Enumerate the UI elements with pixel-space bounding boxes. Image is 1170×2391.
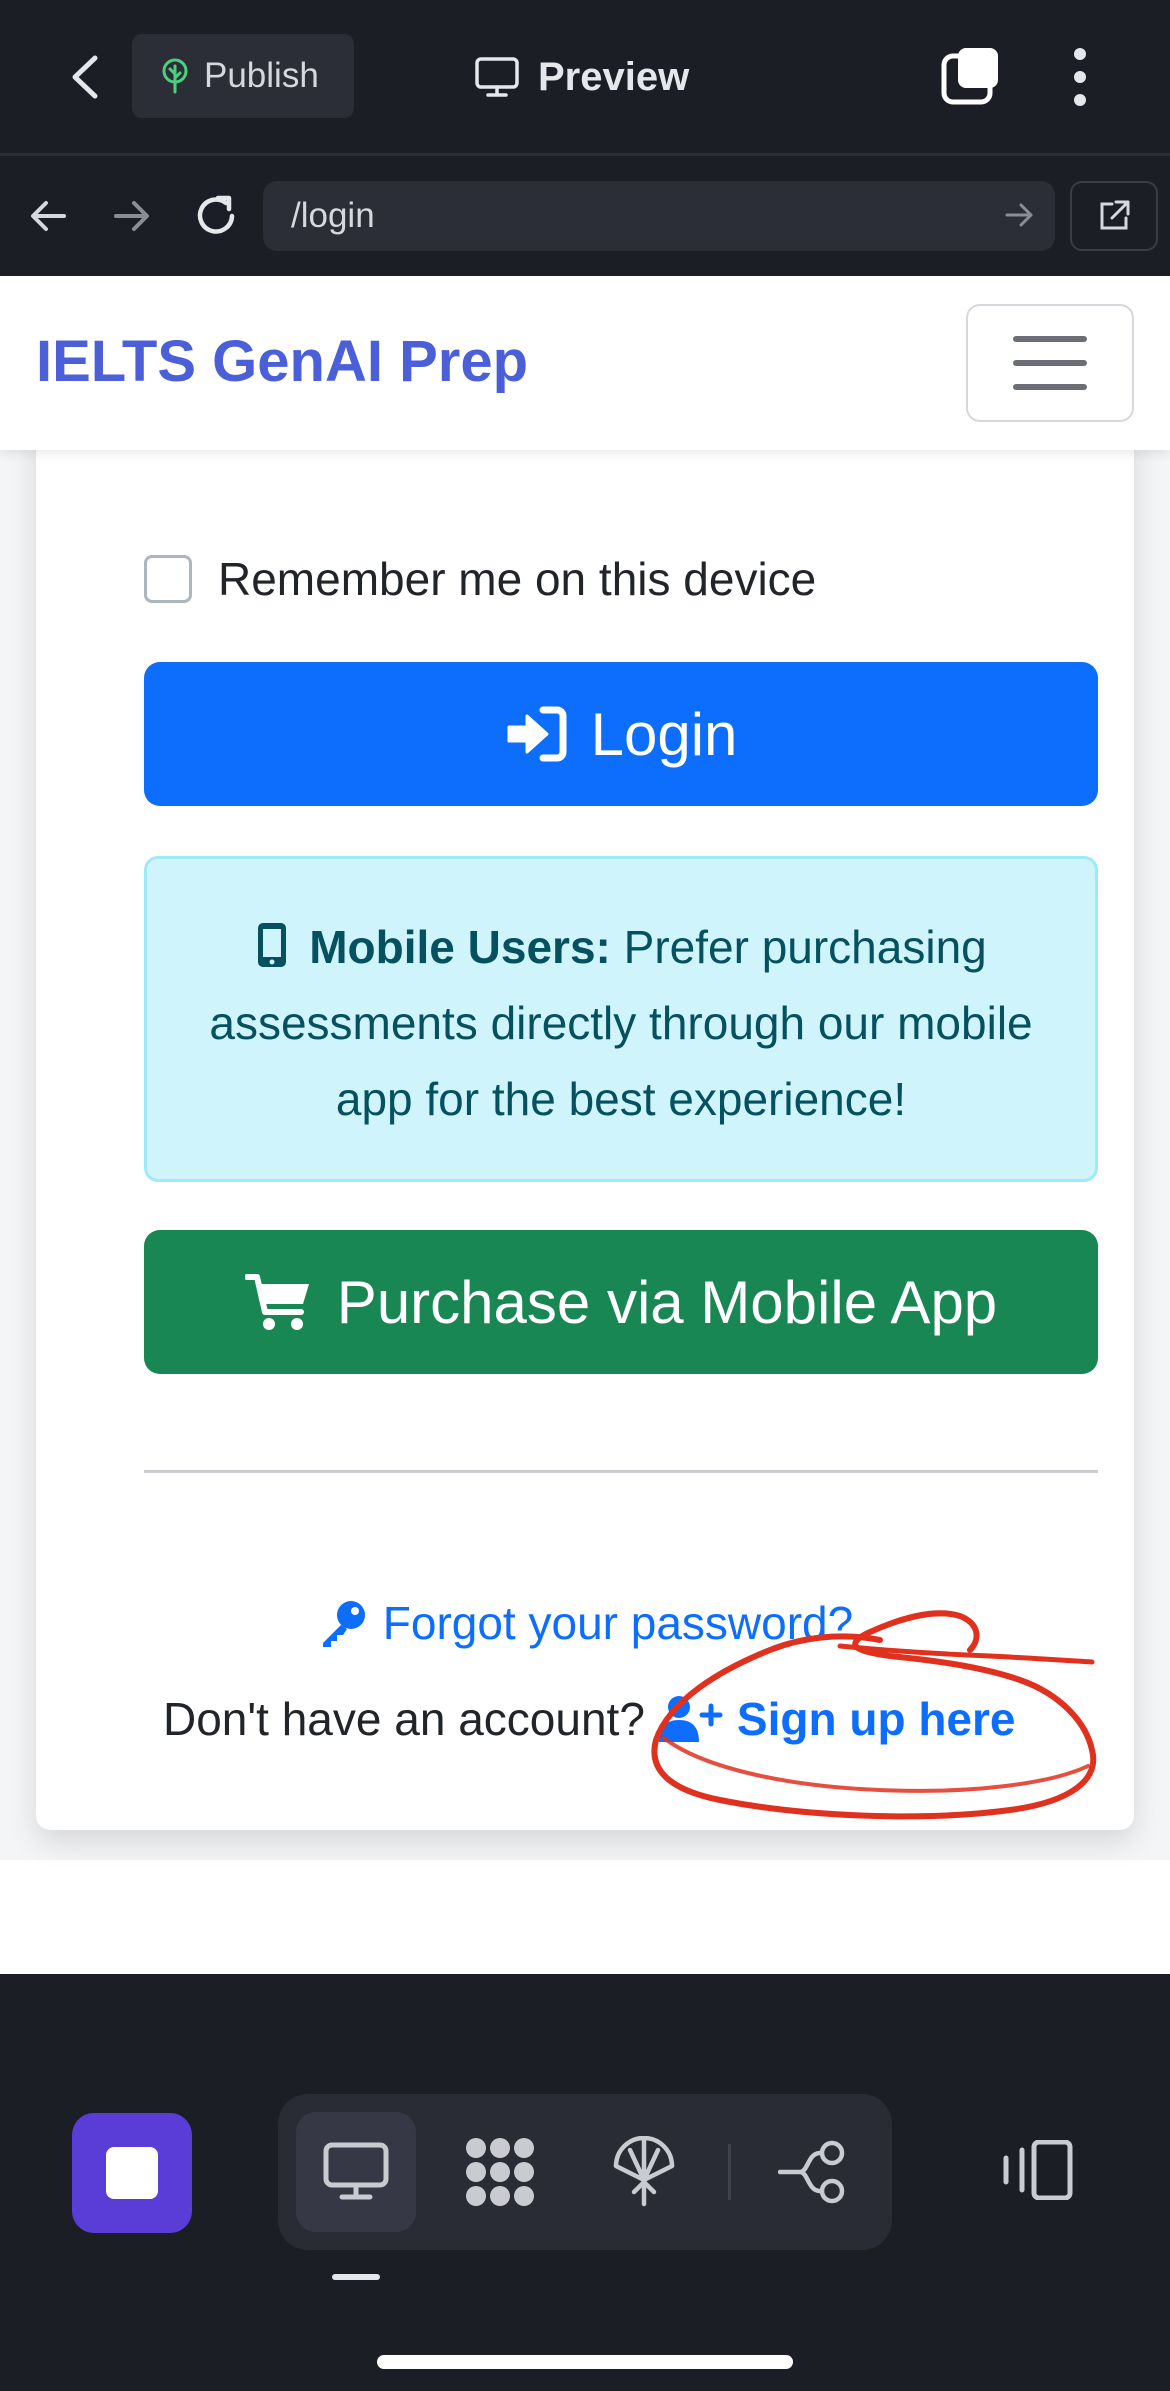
external-link-icon: [1100, 200, 1130, 230]
workflow-tool-button[interactable]: [754, 2112, 874, 2232]
arrow-left-icon: [31, 201, 66, 231]
monitor-icon: [323, 2142, 389, 2200]
open-external-button[interactable]: [1070, 181, 1158, 251]
publish-button[interactable]: Publish: [132, 34, 354, 118]
site-navbar: IELTS GenAI Prep: [0, 276, 1170, 450]
deploy-tool-button[interactable]: [584, 2112, 704, 2232]
alert-title: Mobile Users:: [309, 921, 611, 973]
tree-icon: [162, 58, 188, 94]
forgot-password-label: Forgot your password?: [382, 1597, 854, 1649]
go-arrow-icon[interactable]: [1001, 195, 1037, 235]
back-button[interactable]: [55, 42, 115, 112]
remember-me-label: Remember me on this device: [218, 553, 817, 605]
hamburger-icon: [1013, 336, 1087, 342]
reload-button[interactable]: [186, 186, 246, 246]
login-button[interactable]: Login: [144, 662, 1098, 806]
mobile-phone-icon: [258, 923, 287, 967]
more-vertical-icon: [1074, 48, 1086, 60]
reload-icon: [197, 195, 235, 234]
preview-tool-button[interactable]: [296, 2112, 416, 2232]
layers-icon: [941, 48, 998, 105]
app-top-bar: Publish Preview: [0, 0, 1170, 153]
tool-group: [278, 2094, 892, 2250]
signup-link[interactable]: Sign up here: [737, 1692, 1016, 1746]
browser-url-bar: /login: [0, 153, 1170, 276]
integrations-tool-button[interactable]: [440, 2112, 560, 2232]
url-input[interactable]: /login: [263, 181, 1055, 251]
preview-tab[interactable]: Preview: [474, 40, 689, 114]
bottom-toolbar: [0, 1974, 1170, 2391]
mobile-users-alert: Mobile Users: Prefer purchasing assessme…: [144, 856, 1098, 1182]
url-text: /login: [291, 196, 375, 235]
user-plus-icon: [658, 1696, 723, 1742]
signup-prompt: Don't have an account?: [163, 1693, 645, 1745]
remember-me: Remember me on this device: [144, 552, 816, 606]
browser-forward-button[interactable]: [102, 186, 162, 246]
stop-button[interactable]: [72, 2113, 192, 2233]
arrow-right-icon: [114, 201, 149, 231]
publish-label: Publish: [204, 56, 319, 95]
deploy-icon: [613, 2136, 675, 2207]
monitor-icon: [475, 57, 519, 97]
active-tab-indicator: [332, 2274, 380, 2280]
purchase-button-label: Purchase via Mobile App: [336, 1268, 998, 1336]
divider: [144, 1470, 1098, 1473]
login-button-label: Login: [590, 700, 738, 768]
key-icon: [322, 1601, 365, 1647]
home-indicator: [377, 2355, 793, 2369]
more-options-button[interactable]: [1062, 40, 1098, 114]
forgot-password-link[interactable]: Forgot your password?: [0, 1596, 1170, 1650]
browser-back-button[interactable]: [18, 186, 78, 246]
chevron-left-icon: [72, 55, 98, 99]
web-page: Remember me on this device Login Mobile …: [0, 276, 1170, 1974]
signup-row: Don't have an account? Sign up here: [163, 1692, 1016, 1746]
remember-me-checkbox[interactable]: [144, 555, 192, 603]
site-brand[interactable]: IELTS GenAI Prep: [36, 328, 528, 395]
integrations-icon: [466, 2138, 534, 2206]
layers-button[interactable]: [940, 44, 1004, 108]
stop-icon: [106, 2147, 158, 2199]
cart-icon: [244, 1274, 309, 1330]
preview-label: Preview: [538, 54, 690, 99]
device-switch-icon: [1003, 2140, 1073, 2200]
navbar-toggler-button[interactable]: [966, 304, 1134, 422]
purchase-mobile-app-button[interactable]: Purchase via Mobile App: [144, 1230, 1098, 1374]
workflow-icon: [778, 2140, 845, 2204]
device-switch-button[interactable]: [994, 2120, 1078, 2220]
login-icon: [507, 706, 567, 762]
